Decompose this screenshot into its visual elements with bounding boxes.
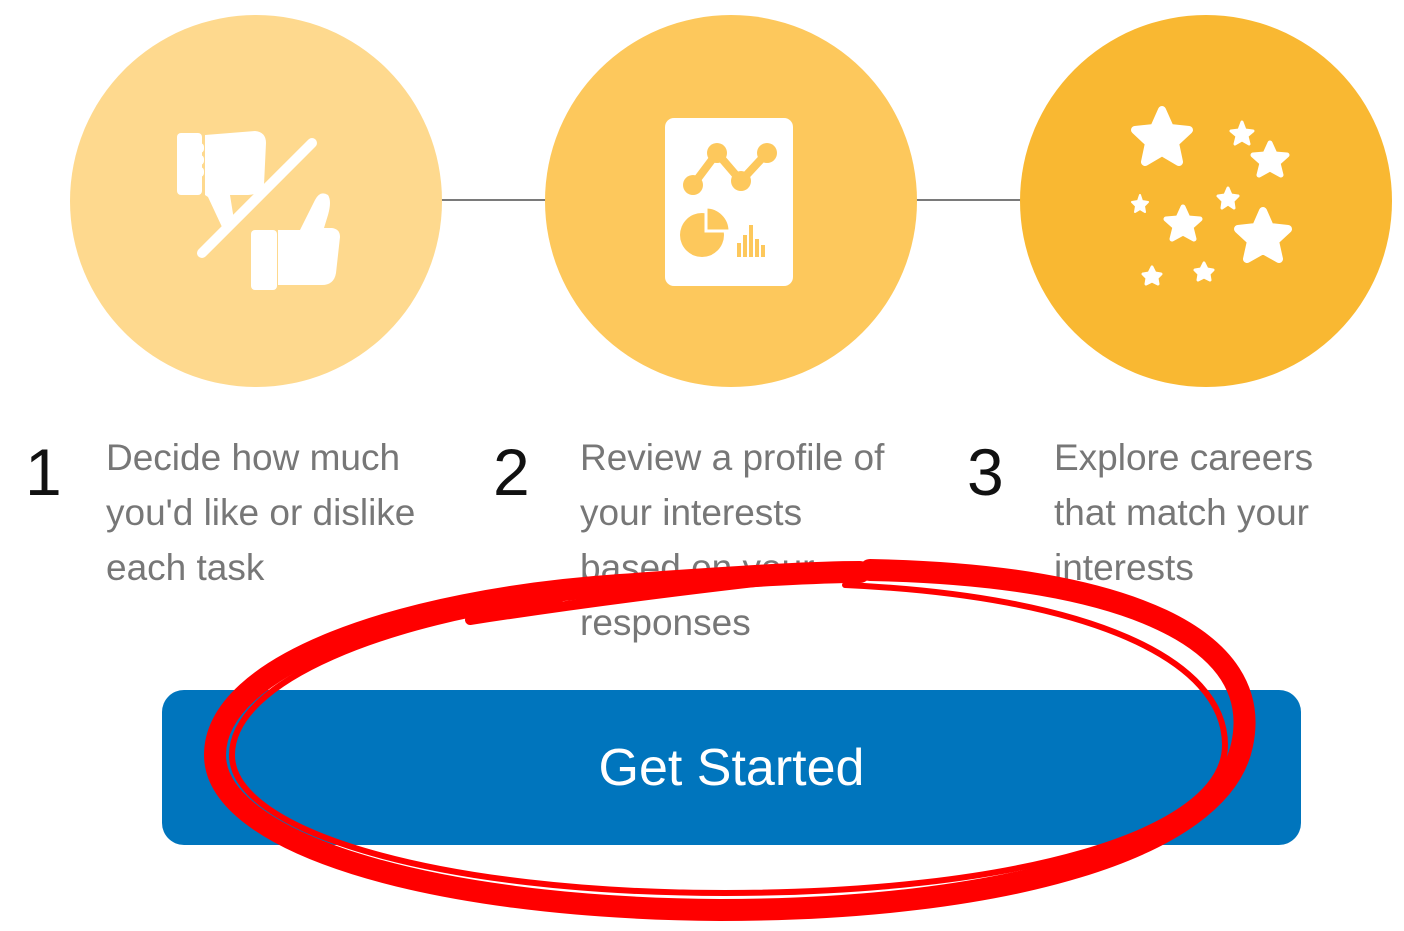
thumbs-down-up-icon xyxy=(177,131,340,290)
step-connector-2-3 xyxy=(915,199,1025,201)
step-connector-1-2 xyxy=(440,199,550,201)
step-3-circle xyxy=(1020,15,1392,387)
step-2-description: Review a profile of your interests based… xyxy=(580,437,885,643)
step-2-circle xyxy=(545,15,917,387)
step-1-number: 1 xyxy=(25,435,62,509)
report-chart-icon xyxy=(665,118,793,286)
get-started-button[interactable]: Get Started xyxy=(162,690,1301,845)
step-3-description: Explore careers that match your interest… xyxy=(1054,437,1314,588)
step-2-number: 2 xyxy=(493,435,530,509)
step-1-circle xyxy=(70,15,442,387)
step-3-number: 3 xyxy=(967,435,1004,509)
step-1-description: Decide how much you'd like or dislike ea… xyxy=(106,437,416,588)
stars-icon xyxy=(1131,106,1292,286)
